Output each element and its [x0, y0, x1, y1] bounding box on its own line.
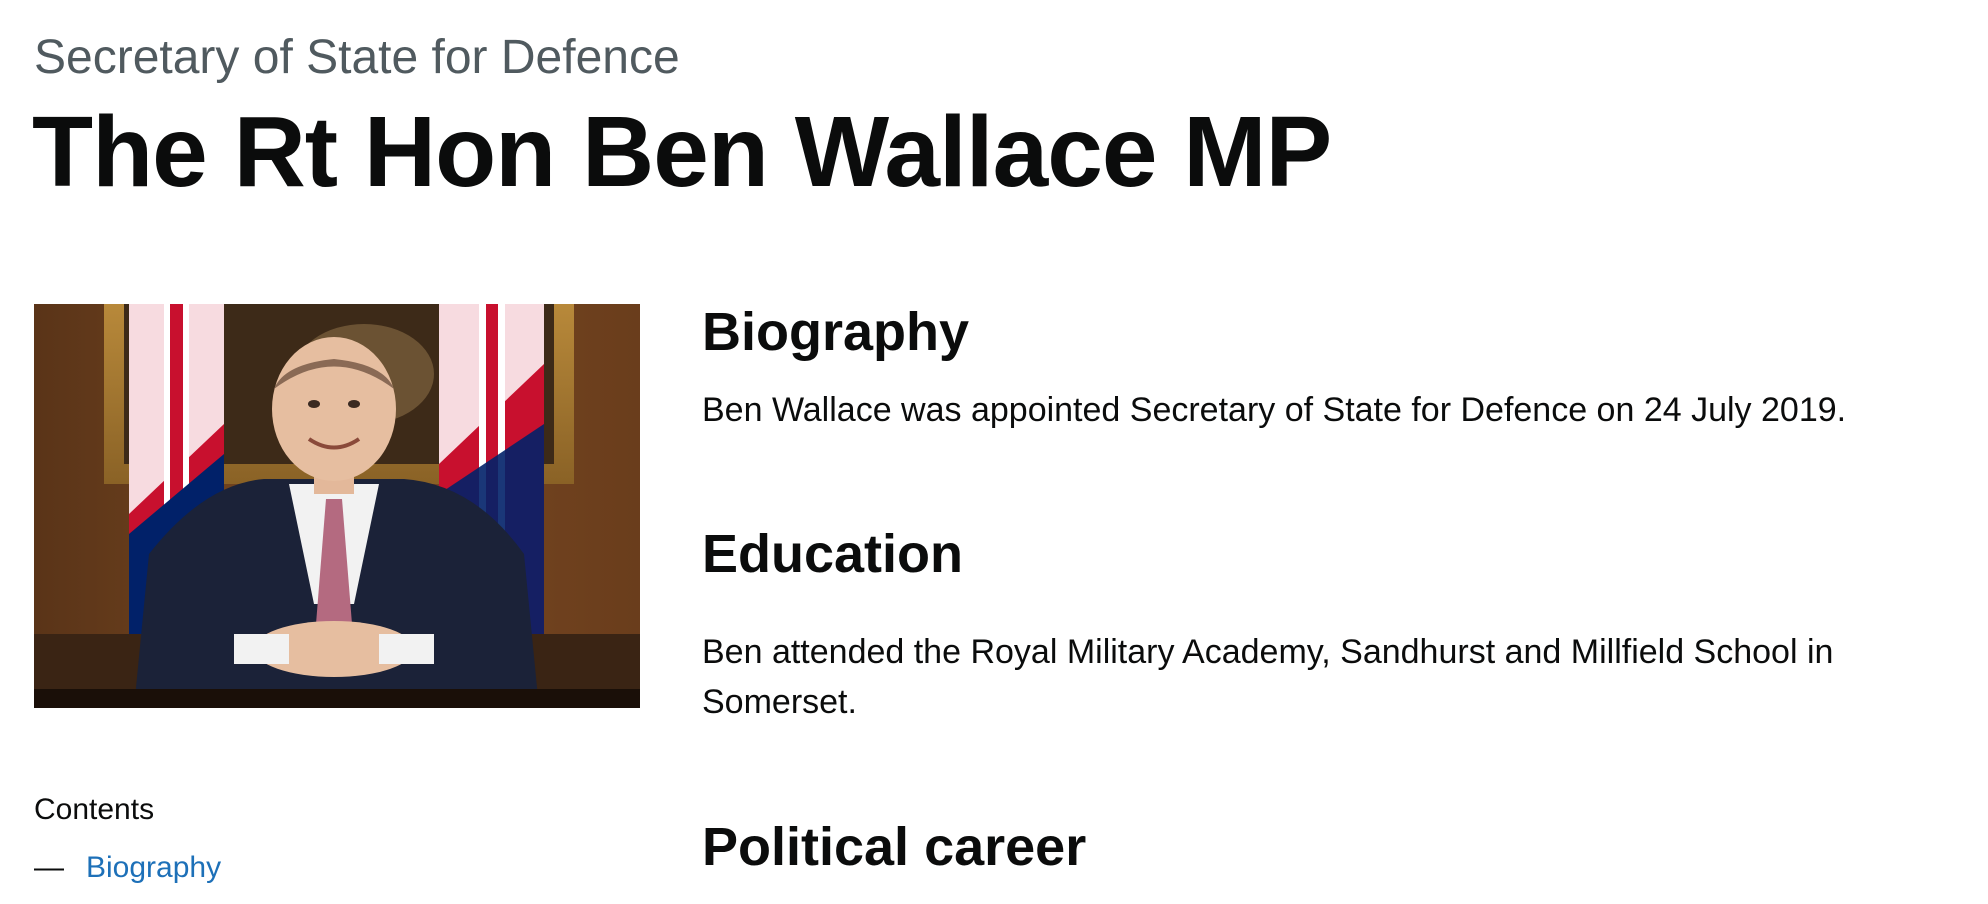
contents-dash: — — [34, 851, 64, 884]
biography-text: Ben Wallace was appointed Secretary of S… — [702, 391, 1847, 429]
contents-list: — Biography — [34, 848, 221, 888]
education-text: Ben attended the Royal Military Academy,… — [702, 633, 1834, 721]
education-heading: Education — [702, 524, 964, 584]
contents-title: Contents — [34, 793, 155, 826]
role-caption: Secretary of State for Defence — [34, 31, 680, 84]
page-title: The Rt Hon Ben Wallace MP — [32, 96, 1332, 208]
contents-link-biography[interactable]: Biography — [86, 851, 221, 884]
minister-portrait — [34, 304, 640, 708]
biography-heading: Biography — [702, 302, 970, 362]
contents-item: — Biography — [34, 848, 221, 888]
political-career-heading: Political career — [702, 817, 1087, 877]
